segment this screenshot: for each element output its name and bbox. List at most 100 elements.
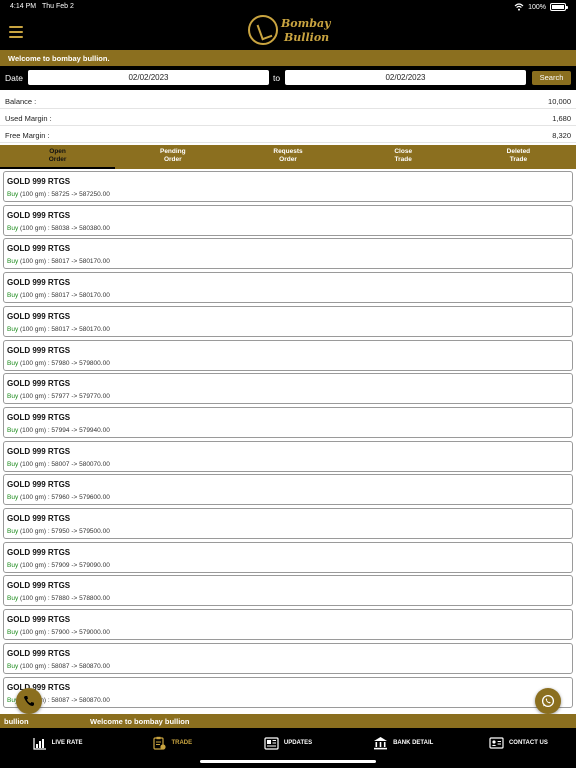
whatsapp-button[interactable] <box>535 688 561 714</box>
order-amount: (100 gm) : 58087 -> 580870.00 <box>18 662 110 670</box>
order-side: Buy <box>7 359 19 367</box>
call-button[interactable] <box>16 688 42 714</box>
order-instrument-name: GOLD 999 RTGS <box>7 615 71 625</box>
order-amount: (100 gm) : 57900 -> 579000.00 <box>18 629 110 637</box>
order-instrument-name: GOLD 999 RTGS <box>7 311 71 321</box>
order-amount: (100 gm) : 58017 -> 580170.00 <box>18 258 110 266</box>
whatsapp-icon <box>541 694 555 708</box>
logo-emblem-icon <box>248 15 278 45</box>
order-amount: (100 gm) : 58725 -> 587250.00 <box>18 191 110 198</box>
order-instrument-name: GOLD 999 RTGS <box>7 446 71 456</box>
order-side: Buy <box>7 393 19 401</box>
order-detail: Buy (100 gm) : 57960 -> 579600.00 <box>7 494 110 501</box>
battery-percent: 100% <box>528 3 546 11</box>
order-instrument-name: GOLD 999 RTGS <box>7 514 71 523</box>
order-side: Buy <box>7 460 19 468</box>
order-card[interactable]: GOLD 999 RTGS Buy (100 gm) : 57900 -> 579… <box>3 609 573 641</box>
order-side: Buy <box>7 494 19 502</box>
newspaper-icon <box>264 736 279 750</box>
order-card[interactable]: GOLD 999 RTGS Buy (100 gm) : 58017 -> 580… <box>3 305 573 337</box>
order-amount: (100 gm) : 57994 -> 579940.00 <box>18 426 110 434</box>
to-date-field[interactable] <box>285 70 526 85</box>
order-side: Buy <box>7 561 19 569</box>
battery-icon <box>550 3 568 11</box>
balance-value: 10,000 <box>548 97 571 106</box>
order-amount: (100 gm) : 57950 -> 579500.00 <box>18 528 110 535</box>
order-amount: (100 gm) : 58017 -> 580170.00 <box>18 325 110 333</box>
order-card[interactable]: GOLD 999 RTGS Buy (100 gm) : 57950 -> 579… <box>3 508 573 539</box>
chart-icon <box>33 737 46 750</box>
bombay-bullion-logo: Bombay Bullion <box>248 15 332 47</box>
status-time: 4:14 PM <box>10 3 37 10</box>
order-amount: (100 gm) : 58038 -> 580380.00 <box>18 224 110 232</box>
used-margin-value: 1,680 <box>552 114 571 123</box>
order-card[interactable]: GOLD 999 RTGS Buy (100 gm) : 58087 -> 580… <box>3 642 573 674</box>
order-card[interactable]: GOLD 999 RTGS Buy (100 gm) : 58017 -> 580… <box>3 238 573 270</box>
balance-row: Balance : 10,000 <box>0 92 576 109</box>
order-side: Buy <box>7 595 19 603</box>
app-header: 4:14 PM Thu Feb 2 100% Bombay Bullion <box>0 0 576 50</box>
order-side: Buy <box>7 258 19 266</box>
date-filter-bar: Date to Search <box>0 66 576 90</box>
ticker-text-2: Welcome to bombay bullion <box>90 717 190 726</box>
order-detail: Buy (100 gm) : 58017 -> 580170.00 <box>7 326 110 333</box>
order-instrument-name: GOLD 999 RTGS <box>7 278 71 288</box>
order-detail: Buy (100 gm) : 57977 -> 579770.00 <box>7 393 110 400</box>
home-indicator <box>200 760 376 763</box>
order-amount: (100 gm) : 57980 -> 579800.00 <box>18 359 110 367</box>
used-margin-row: Used Margin : 1,680 <box>0 109 576 126</box>
order-card[interactable]: GOLD 999 RTGS Buy (100 gm) : 57880 -> 578… <box>3 575 573 607</box>
date-label: Date <box>5 73 23 83</box>
order-card[interactable]: GOLD 999 RTGS Buy (100 gm) : 57980 -> 579… <box>3 339 573 371</box>
order-side: Buy <box>7 528 19 535</box>
from-date-field[interactable] <box>28 70 269 85</box>
order-card[interactable]: GOLD 999 RTGS Buy (100 gm) : 57909 -> 579… <box>3 541 573 573</box>
order-amount: (100 gm) : 57977 -> 579770.00 <box>18 393 110 401</box>
order-card[interactable]: GOLD 999 RTGS Buy (100 gm) : 57977 -> 579… <box>3 373 573 405</box>
tab-pending-order[interactable]: Pending Order <box>115 145 230 169</box>
order-instrument-name: GOLD 999 RTGS <box>7 210 71 220</box>
order-card[interactable]: GOLD 999 RTGS Buy (100 gm) : 58087 -> 580… <box>3 676 573 708</box>
order-card[interactable]: GOLD 999 RTGS Buy (100 gm) : 57960 -> 579… <box>3 474 573 506</box>
order-amount: (100 gm) : 57909 -> 579090.00 <box>18 561 110 569</box>
tab-close-trade[interactable]: Close Trade <box>346 145 461 169</box>
search-button[interactable]: Search <box>532 71 571 85</box>
ticker-text-1: bullion <box>4 717 29 726</box>
nav-contact-us[interactable]: CONTACT US <box>461 728 576 768</box>
order-detail: Buy (100 gm) : 57900 -> 579000.00 <box>7 629 110 636</box>
order-amount: (100 gm) : 58007 -> 580070.00 <box>18 460 110 468</box>
order-instrument-name: GOLD 999 RTGS <box>7 177 71 186</box>
wifi-icon <box>514 3 524 11</box>
order-side: Buy <box>7 426 19 434</box>
bank-icon <box>374 737 388 750</box>
order-detail: Buy (100 gm) : 58017 -> 580170.00 <box>7 258 110 265</box>
order-detail: Buy (100 gm) : 58725 -> 587250.00 <box>7 191 110 198</box>
order-instrument-name: GOLD 999 RTGS <box>7 547 71 557</box>
order-amount: (100 gm) : 58017 -> 580170.00 <box>18 292 110 300</box>
hamburger-menu-icon[interactable] <box>9 26 23 38</box>
tab-open-order[interactable]: Open Order <box>0 145 116 169</box>
open-order-list[interactable]: GOLD 999 RTGS Buy (100 gm) : 58725 -> 587… <box>0 169 576 714</box>
order-instrument-name: GOLD 999 RTGS <box>7 581 71 591</box>
order-side: Buy <box>7 325 19 333</box>
order-card[interactable]: GOLD 999 RTGS Buy (100 gm) : 58017 -> 580… <box>3 272 573 304</box>
status-date: Thu Feb 2 <box>42 3 74 10</box>
tab-requests-order[interactable]: Requests Order <box>230 145 345 169</box>
order-detail: Buy (100 gm) : 57950 -> 579500.00 <box>7 528 110 535</box>
order-detail: Buy (100 gm) : 58007 -> 580070.00 <box>7 461 110 468</box>
order-detail: Buy (100 gm) : 58087 -> 580870.00 <box>7 663 110 670</box>
order-side: Buy <box>7 662 19 670</box>
nav-live-rate[interactable]: LIVE RATE <box>0 728 115 768</box>
contact-card-icon <box>489 737 504 749</box>
order-card[interactable]: GOLD 999 RTGS Buy (100 gm) : 57994 -> 579… <box>3 406 573 438</box>
order-card[interactable]: GOLD 999 RTGS Buy (100 gm) : 58725 -> 587… <box>3 171 573 202</box>
order-side: Buy <box>7 224 19 232</box>
status-right: 100% <box>514 3 568 11</box>
tab-deleted-trade[interactable]: Deleted Trade <box>461 145 576 169</box>
order-card[interactable]: GOLD 999 RTGS Buy (100 gm) : 58007 -> 580… <box>3 440 573 472</box>
order-instrument-name: GOLD 999 RTGS <box>7 682 71 692</box>
order-instrument-name: GOLD 999 RTGS <box>7 480 71 490</box>
to-label: to <box>273 73 281 83</box>
order-card[interactable]: GOLD 999 RTGS Buy (100 gm) : 58038 -> 580… <box>3 204 573 236</box>
order-tabs: Open Order Pending Order Requests Order Clo… <box>0 145 576 169</box>
